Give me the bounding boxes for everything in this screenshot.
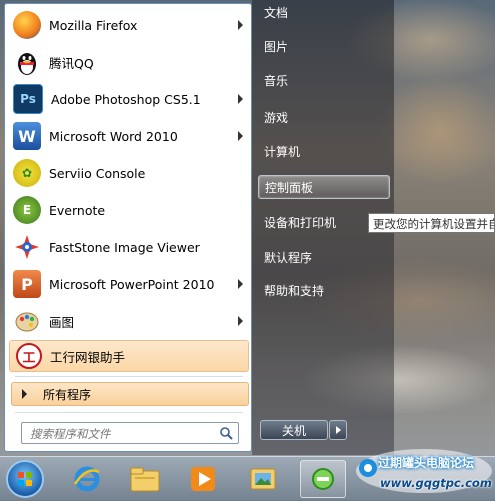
submenu-arrow-icon[interactable] xyxy=(238,20,243,30)
firefox-icon xyxy=(13,11,41,39)
program-label: Mozilla Firefox xyxy=(49,17,138,33)
program-item-photoshop[interactable]: Ps Adobe Photoshop CS5.1 xyxy=(9,82,249,116)
serviio-icon: ✿ xyxy=(13,159,41,187)
right-item-default-programs[interactable]: 默认程序 xyxy=(258,245,390,269)
program-label: Evernote xyxy=(49,202,106,218)
folder-icon xyxy=(130,467,160,492)
media-player-icon xyxy=(191,467,215,491)
submenu-arrow-icon[interactable] xyxy=(238,279,243,289)
right-item-label: 音乐 xyxy=(264,73,289,88)
search-box[interactable] xyxy=(21,422,239,444)
program-item-faststone[interactable]: FastStone Image Viewer xyxy=(9,230,249,264)
right-item-label: 默认程序 xyxy=(264,250,313,265)
start-button[interactable] xyxy=(6,460,44,498)
ie-active-icon xyxy=(312,468,334,490)
program-label: FastStone Image Viewer xyxy=(49,239,200,255)
right-item-label: 游戏 xyxy=(264,110,289,125)
program-item-qq[interactable]: 腾讯QQ xyxy=(9,45,249,79)
program-item-serviio[interactable]: ✿ Serviio Console xyxy=(9,156,249,190)
submenu-arrow-icon[interactable] xyxy=(238,316,243,326)
program-label: Microsoft Word 2010 xyxy=(49,128,178,144)
control-panel-tooltip: 更改您的计算机设置并自 xyxy=(368,213,495,233)
word-icon: W xyxy=(13,122,41,150)
windows-logo-icon xyxy=(18,472,32,486)
shutdown-button[interactable]: 关机 xyxy=(260,420,328,440)
program-item-icbc[interactable]: 工 工行网银助手 xyxy=(9,340,249,372)
start-menu-programs-panel: Mozilla Firefox 腾讯QQ Ps Adobe Photoshop … xyxy=(4,3,252,452)
right-item-control-panel[interactable]: 控制面板 xyxy=(258,175,390,199)
all-programs-button[interactable]: 所有程序 xyxy=(11,382,249,406)
watermark-title: 过期罐头电脑论坛 xyxy=(378,456,475,470)
taskbar-ie-active-button[interactable] xyxy=(300,460,346,498)
tooltip-text: 更改您的计算机设置并自 xyxy=(373,217,495,231)
image-folder-icon xyxy=(250,468,276,490)
program-label: Adobe Photoshop CS5.1 xyxy=(51,91,201,107)
program-label: 腾讯QQ xyxy=(49,55,94,71)
taskbar-explorer-button[interactable] xyxy=(122,460,168,498)
right-item-label: 计算机 xyxy=(264,144,301,159)
program-item-word[interactable]: W Microsoft Word 2010 xyxy=(9,119,249,153)
right-item-help-support[interactable]: 帮助和支持 xyxy=(258,278,390,302)
powerpoint-icon: P xyxy=(13,270,41,298)
right-item-label: 文档 xyxy=(264,5,289,20)
program-item-paint[interactable]: 画图 xyxy=(9,304,249,338)
shutdown-options-button[interactable] xyxy=(329,420,347,440)
program-label: 画图 xyxy=(49,314,75,330)
program-item-firefox[interactable]: Mozilla Firefox xyxy=(9,8,249,42)
right-item-label: 控制面板 xyxy=(265,180,314,195)
icbc-icon: 工 xyxy=(16,343,42,369)
program-label: Serviio Console xyxy=(49,165,146,181)
taskbar-media-player-button[interactable] xyxy=(180,460,226,498)
menu-separator xyxy=(15,376,243,377)
shutdown-label: 关机 xyxy=(281,423,306,438)
program-item-powerpoint[interactable]: P Microsoft PowerPoint 2010 xyxy=(9,267,249,301)
taskbar-image-folder-button[interactable] xyxy=(240,460,286,498)
watermark-url: www.gqgtpc.com xyxy=(380,476,492,490)
program-label: Microsoft PowerPoint 2010 xyxy=(49,276,215,292)
program-label: 工行网银助手 xyxy=(50,349,126,365)
right-item-label: 帮助和支持 xyxy=(264,283,325,298)
evernote-icon: E xyxy=(13,196,41,224)
photoshop-icon: Ps xyxy=(13,84,43,114)
expand-arrow-icon xyxy=(22,389,27,399)
qq-icon xyxy=(13,48,41,76)
paint-icon xyxy=(13,307,41,335)
submenu-arrow-icon[interactable] xyxy=(238,94,243,104)
right-item-label: 设备和打印机 xyxy=(264,215,337,230)
right-item-documents[interactable]: 文档 xyxy=(258,0,390,24)
faststone-icon xyxy=(13,233,41,261)
internet-explorer-icon xyxy=(73,466,100,492)
chevron-right-icon xyxy=(335,426,341,434)
right-item-pictures[interactable]: 图片 xyxy=(258,34,390,58)
right-item-label: 图片 xyxy=(264,39,289,54)
right-item-games[interactable]: 游戏 xyxy=(258,105,390,129)
taskbar-ie-button[interactable] xyxy=(64,460,110,498)
search-icon[interactable] xyxy=(219,426,233,440)
submenu-arrow-icon[interactable] xyxy=(238,131,243,141)
program-item-evernote[interactable]: E Evernote xyxy=(9,193,249,227)
all-programs-label: 所有程序 xyxy=(43,387,92,402)
right-item-music[interactable]: 音乐 xyxy=(258,68,390,92)
search-input[interactable] xyxy=(28,424,222,444)
right-item-computer[interactable]: 计算机 xyxy=(258,139,390,163)
menu-separator xyxy=(15,412,243,413)
